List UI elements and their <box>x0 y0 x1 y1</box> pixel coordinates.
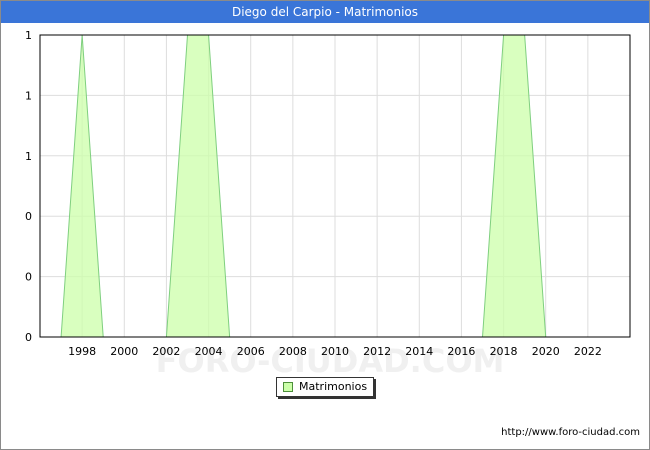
x-tick-label: 2006 <box>237 345 265 358</box>
y-tick-label: 1 <box>25 29 32 42</box>
legend-swatch <box>283 382 293 392</box>
y-tick-label: 0 <box>25 331 32 344</box>
y-tick-label: 0 <box>25 210 32 223</box>
x-tick-label: 2022 <box>574 345 602 358</box>
x-tick-label: 2014 <box>405 345 433 358</box>
y-tick-label: 0 <box>25 271 32 284</box>
legend-label: Matrimonios <box>299 380 368 393</box>
x-tick-label: 2016 <box>447 345 475 358</box>
y-tick-label: 1 <box>25 89 32 102</box>
x-tick-label: 1998 <box>68 345 96 358</box>
x-tick-label: 2020 <box>532 345 560 358</box>
x-tick-label: 2002 <box>152 345 180 358</box>
source-url: http://www.foro-ciudad.com <box>501 427 640 438</box>
legend: Matrimonios <box>276 377 374 397</box>
x-tick-label: 2018 <box>490 345 518 358</box>
series-line <box>60 34 547 338</box>
x-tick-label: 2004 <box>195 345 223 358</box>
x-tick-label: 2000 <box>110 345 138 358</box>
x-tick-label: 2010 <box>321 345 349 358</box>
y-tick-label: 1 <box>25 150 32 163</box>
area-fill <box>61 35 546 337</box>
x-tick-label: 2008 <box>279 345 307 358</box>
x-tick-label: 2012 <box>363 345 391 358</box>
